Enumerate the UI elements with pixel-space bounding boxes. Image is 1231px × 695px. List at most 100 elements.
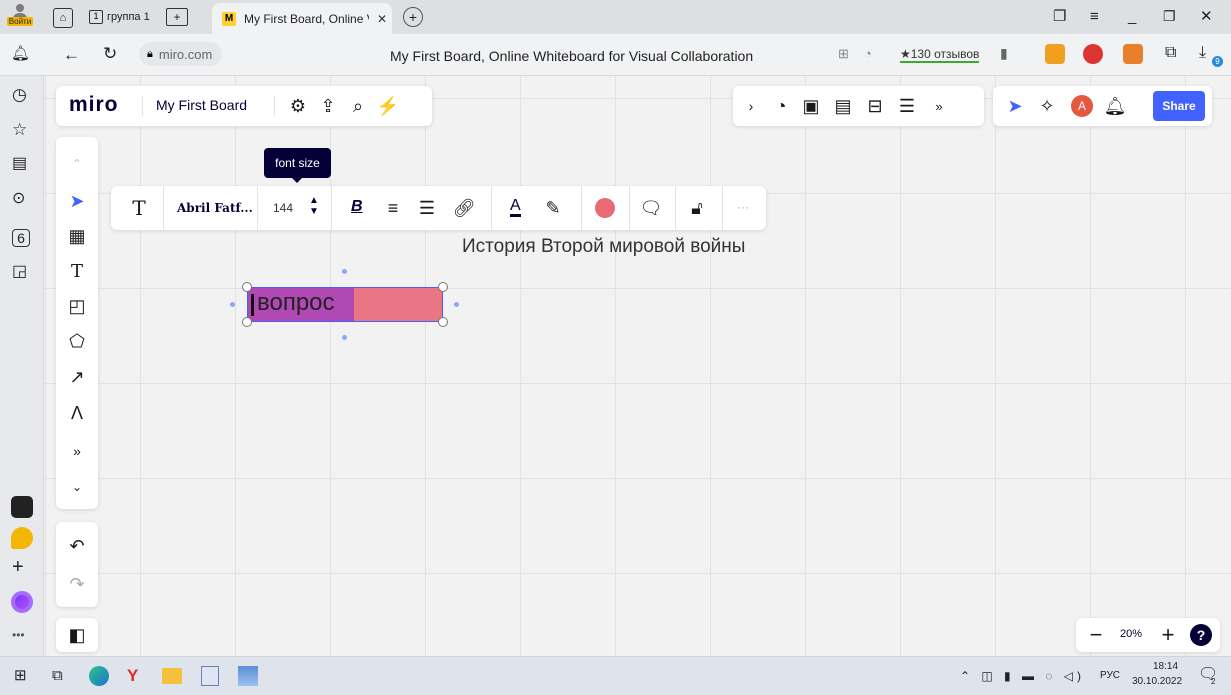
board-name[interactable]: My First Board: [156, 97, 247, 113]
close-window-icon[interactable]: ✕: [1200, 9, 1213, 24]
resize-handle-tl[interactable]: [242, 282, 252, 292]
expand-tools-icon[interactable]: ›: [737, 92, 765, 120]
tray-icons[interactable]: ⌃ ◫ ▮ ▬ ◌ ◁): [960, 669, 1085, 683]
align-icon[interactable]: ≡: [379, 194, 407, 222]
app-2-icon[interactable]: [11, 527, 33, 549]
language-indicator[interactable]: РУС: [1100, 670, 1120, 681]
photos-icon[interactable]: [238, 666, 258, 686]
yandex-icon[interactable]: Y: [127, 666, 138, 686]
extension-1-icon[interactable]: [1045, 44, 1065, 64]
voting-icon[interactable]: ▤: [829, 92, 857, 120]
calendar-icon[interactable]: 6: [12, 229, 30, 247]
connector-dot-bottom[interactable]: [342, 335, 347, 340]
start-icon[interactable]: ⊞: [14, 668, 27, 683]
unlock-icon[interactable]: 🔓︎: [683, 194, 711, 222]
miro-logo[interactable]: miro: [69, 93, 119, 117]
restore-icon[interactable]: ❐: [1163, 9, 1176, 23]
bookmarks-panel-icon[interactable]: ❐: [1053, 9, 1066, 24]
new-tab-group-icon[interactable]: +: [166, 8, 188, 26]
celebrate-icon[interactable]: ✧: [1033, 92, 1061, 120]
plugin-icon[interactable]: ⚡: [374, 92, 402, 120]
zoom-level[interactable]: 20%: [1120, 628, 1142, 640]
close-tab-icon[interactable]: ✕: [377, 12, 387, 26]
screenshot-icon[interactable]: ◲: [12, 264, 27, 280]
explorer-icon[interactable]: [162, 668, 182, 684]
comment-icon[interactable]: 🗨︎: [637, 194, 665, 222]
bell-icon[interactable]: 🔔︎: [11, 46, 30, 61]
word-icon[interactable]: [201, 666, 219, 686]
presentation-icon[interactable]: ⊟: [861, 92, 889, 120]
edge-icon[interactable]: [89, 666, 109, 686]
login-button[interactable]: Войти: [4, 2, 36, 32]
text-type-icon[interactable]: T: [125, 194, 153, 222]
clock-time[interactable]: 18:14: [1153, 661, 1178, 672]
text-tool-icon[interactable]: T: [63, 257, 91, 285]
bold-button[interactable]: B: [351, 198, 363, 216]
select-tool-icon[interactable]: ➤: [63, 187, 91, 215]
url-pill[interactable]: 🔒︎ miro.com: [139, 42, 223, 66]
clock-date[interactable]: 30.10.2022: [1132, 676, 1182, 687]
templates-tool-icon[interactable]: ▦: [63, 222, 91, 250]
reviews-link[interactable]: ★130 отзывов: [900, 47, 980, 63]
expand-toolbar-icon[interactable]: ⌄: [63, 473, 91, 501]
add-panel-icon[interactable]: +: [12, 557, 24, 577]
task-view-icon[interactable]: ⧉: [52, 668, 63, 683]
help-button[interactable]: ?: [1190, 624, 1212, 646]
undo-icon[interactable]: ↶: [63, 532, 91, 560]
translate-icon[interactable]: ⊞: [838, 47, 849, 60]
search-icon[interactable]: ⌕: [344, 92, 372, 120]
font-size-input[interactable]: 144: [273, 201, 293, 215]
sticky-note-tool-icon[interactable]: ◰: [63, 292, 91, 320]
export-icon[interactable]: ⇪: [314, 92, 342, 120]
more-apps-icon[interactable]: »: [63, 437, 91, 465]
timer-icon[interactable]: ◔: [767, 92, 795, 120]
extension-2-icon[interactable]: [1083, 44, 1103, 64]
pen-tool-icon[interactable]: Λ: [63, 399, 91, 427]
collections-icon[interactable]: ▤: [12, 156, 27, 172]
reload-icon[interactable]: ↻: [103, 45, 117, 62]
tab-active[interactable]: M My First Board, Online V ✕: [212, 3, 392, 34]
alice-icon[interactable]: [11, 591, 33, 613]
menu-icon[interactable]: ≡: [1090, 9, 1099, 24]
connector-dot-left[interactable]: [230, 302, 235, 307]
home-icon[interactable]: ⌂: [53, 8, 73, 28]
whiteboard-canvas[interactable]: [44, 76, 1231, 656]
arrow-tool-icon[interactable]: ↗: [63, 363, 91, 391]
link-icon[interactable]: 🔗︎: [450, 194, 478, 222]
font-family-select[interactable]: Abril Fatf...: [177, 201, 253, 215]
zoom-out-button[interactable]: −: [1082, 621, 1110, 649]
more-panels-icon[interactable]: •••: [12, 629, 25, 641]
back-icon[interactable]: ←: [63, 46, 80, 63]
downloads-icon[interactable]: ⤓: [1199, 45, 1206, 61]
more-tools-icon[interactable]: »: [925, 92, 953, 120]
frames-panel-icon[interactable]: ◧: [63, 621, 91, 649]
list-icon[interactable]: ☰: [413, 194, 441, 222]
connector-dot-top[interactable]: [342, 269, 347, 274]
avatar[interactable]: A: [1071, 95, 1093, 117]
fill-color-button[interactable]: [595, 198, 615, 218]
resize-handle-tr[interactable]: [438, 282, 448, 292]
history-icon[interactable]: ◷: [12, 86, 27, 103]
zoom-in-button[interactable]: +: [1154, 621, 1182, 649]
board-heading-text[interactable]: История Второй мировой войны: [462, 236, 745, 258]
new-tab-icon[interactable]: +: [403, 7, 423, 27]
settings-icon[interactable]: ⚙: [284, 92, 312, 120]
share-button[interactable]: Share: [1153, 91, 1205, 121]
minimize-icon[interactable]: _: [1128, 9, 1136, 24]
shapes-tool-icon[interactable]: ⬠: [63, 327, 91, 355]
bookmark-icon[interactable]: ▮: [1000, 46, 1008, 60]
resize-handle-br[interactable]: [438, 317, 448, 327]
more-options-button[interactable]: ···: [737, 200, 749, 214]
resize-handle-bl[interactable]: [242, 317, 252, 327]
highlight-icon[interactable]: ✎: [539, 194, 567, 222]
collapse-toolbar-icon[interactable]: ⌃: [63, 149, 91, 177]
protect-icon[interactable]: ◔: [864, 47, 872, 60]
connector-dot-right[interactable]: [454, 302, 459, 307]
card-icon[interactable]: ▣: [797, 92, 825, 120]
reactions-icon[interactable]: ➤: [1001, 92, 1029, 120]
redo-icon[interactable]: ↷: [63, 570, 91, 598]
text-color-button[interactable]: A: [510, 197, 521, 217]
notes-icon[interactable]: ☰: [893, 92, 921, 120]
extensions-puzzle-icon[interactable]: ⧉: [1165, 45, 1176, 61]
favorites-icon[interactable]: ☆: [12, 121, 27, 138]
